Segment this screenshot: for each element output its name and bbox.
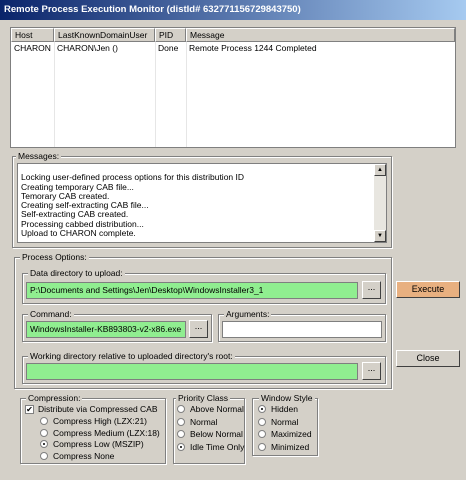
grid-line — [54, 42, 55, 147]
radio-label: Normal — [271, 416, 299, 427]
radio-selected-icon[interactable] — [177, 442, 185, 451]
messages-lines: Locking user-defined process options for… — [18, 164, 386, 238]
radio-label: Compress Medium (LZX:18) — [53, 427, 160, 438]
workdir-label: Working directory relative to uploaded d… — [28, 351, 235, 361]
radio-label: Idle Time Only — [190, 441, 245, 452]
command-label: Command: — [28, 309, 74, 319]
column-message[interactable]: Message — [186, 28, 455, 42]
window-title: Remote Process Execution Monitor (distId… — [0, 0, 466, 20]
messages-log[interactable]: Locking user-defined process options for… — [17, 163, 387, 243]
checkbox-check-icon[interactable]: ✔ — [25, 405, 34, 414]
process-options-label: Process Options: — [20, 252, 89, 262]
grid-line — [186, 42, 187, 147]
radio-icon[interactable] — [258, 442, 266, 451]
distribute-label: Distribute via Compressed CAB — [38, 404, 158, 414]
close-button[interactable]: Close — [396, 350, 460, 367]
radio-selected-icon[interactable] — [40, 440, 48, 448]
column-pid[interactable]: PID — [155, 28, 186, 42]
radio-icon[interactable] — [177, 417, 185, 426]
radio-icon[interactable] — [177, 430, 185, 438]
workdir-field[interactable] — [26, 363, 358, 380]
compression-label: Compression: — [26, 393, 83, 403]
arguments-label: Arguments: — [224, 309, 272, 319]
radio-label: Compress Low (MSZIP) — [53, 439, 144, 449]
radio-selected-icon[interactable] — [258, 405, 266, 413]
arguments-field[interactable] — [222, 321, 382, 338]
data-dir-browse-button[interactable]: ... — [362, 281, 381, 299]
cell-host[interactable]: CHARON — [11, 42, 54, 55]
scroll-up-icon[interactable]: ▲ — [374, 164, 386, 176]
cell-user[interactable]: CHARON\Jen () — [54, 42, 155, 55]
radio-label: Minimized — [271, 441, 310, 452]
radio-label: Hidden — [271, 404, 298, 414]
radio-label: Above Normal — [190, 404, 244, 414]
window-style-label: Window Style — [259, 393, 315, 403]
command-field[interactable]: WindowsInstaller-KB893803-v2-x86.exe — [26, 321, 186, 338]
cell-pid[interactable]: Done — [155, 42, 186, 55]
messages-scrollbar[interactable]: ▲ ▼ — [374, 164, 386, 242]
radio-icon[interactable] — [40, 451, 48, 460]
message-line: Upload to CHARON complete. — [21, 228, 136, 239]
messages-label: Messages: — [16, 151, 62, 161]
command-browse-button[interactable]: ... — [189, 320, 208, 338]
radio-icon[interactable] — [177, 405, 185, 413]
cell-message[interactable]: Remote Process 1244 Completed — [186, 42, 455, 55]
radio-icon[interactable] — [258, 430, 266, 438]
column-host[interactable]: Host — [11, 28, 54, 42]
workdir-browse-button[interactable]: ... — [362, 362, 381, 380]
radio-label: Compress High (LZX:21) — [53, 416, 148, 426]
grid-line — [155, 42, 156, 147]
process-list[interactable]: Host LastKnownDomainUser PID Message CHA… — [10, 27, 456, 148]
execute-button[interactable]: Execute — [396, 281, 460, 298]
priority-label: Priority Class — [176, 393, 231, 403]
main-window: Remote Process Execution Monitor (distId… — [0, 0, 466, 480]
column-user[interactable]: LastKnownDomainUser — [54, 28, 155, 42]
radio-label: Below Normal — [190, 429, 243, 439]
radio-icon[interactable] — [40, 428, 48, 437]
radio-label: Maximized — [271, 429, 312, 439]
data-dir-label: Data directory to upload: — [28, 268, 125, 278]
radio-icon[interactable] — [258, 417, 266, 426]
radio-label: Normal — [190, 416, 218, 427]
data-dir-field[interactable]: P:\Documents and Settings\Jen\Desktop\Wi… — [26, 282, 358, 299]
list-header: Host LastKnownDomainUser PID Message — [11, 28, 455, 42]
radio-label: Compress None — [53, 450, 115, 461]
scroll-down-icon[interactable]: ▼ — [374, 230, 386, 242]
radio-icon[interactable] — [40, 417, 48, 425]
